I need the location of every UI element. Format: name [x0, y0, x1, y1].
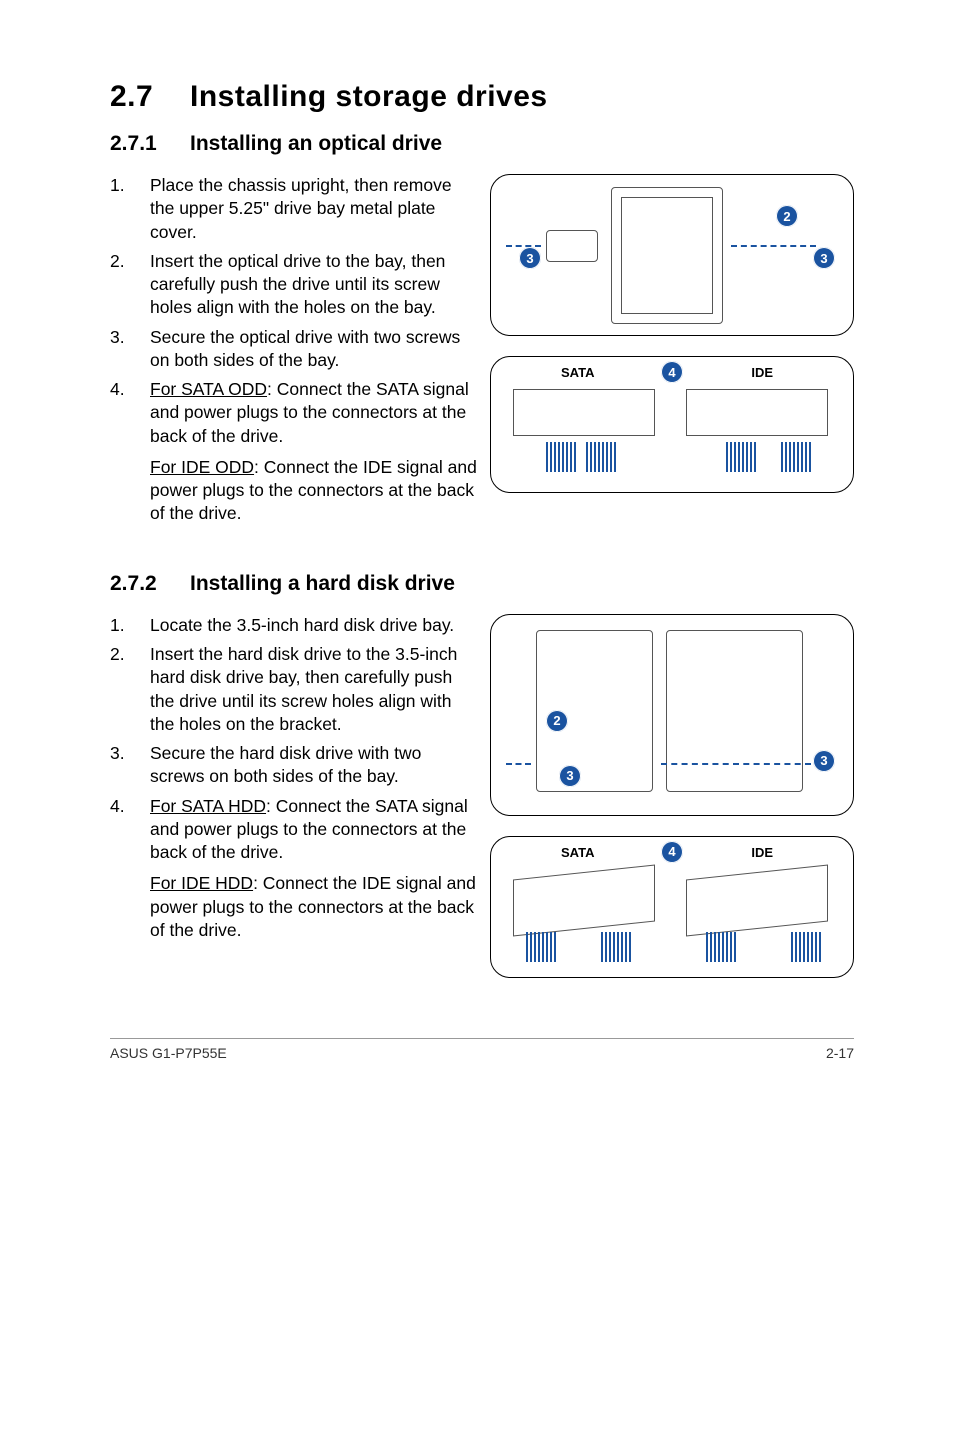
list-item: 2.Insert the optical drive to the bay, t… — [110, 250, 480, 320]
list-item: 3.Secure the hard disk drive with two sc… — [110, 742, 480, 789]
label-sata: SATA — [561, 365, 594, 380]
subsection-title-1: Installing an optical drive — [190, 132, 442, 155]
label-sata: SATA — [561, 845, 594, 860]
step-text: Insert the optical drive to the bay, the… — [150, 250, 480, 320]
step-text: For SATA ODD: Connect the SATA signal an… — [150, 378, 480, 526]
step-number: 4. — [110, 795, 150, 943]
callout-badge: 3 — [813, 750, 835, 772]
list-item: 3.Secure the optical drive with two scre… — [110, 326, 480, 373]
section-title-text: Installing storage drives — [190, 80, 548, 113]
callout-badge: 3 — [813, 247, 835, 269]
step-number: 1. — [110, 614, 150, 637]
subsection-number-1: 2.7.1 — [110, 132, 190, 156]
list-item: 4. For SATA HDD: Connect the SATA signal… — [110, 795, 480, 943]
step-number: 3. — [110, 742, 150, 789]
footer-product: ASUS G1-P7P55E — [110, 1045, 227, 1061]
list-item: 2.Insert the hard disk drive to the 3.5-… — [110, 643, 480, 736]
lead-underline: For IDE ODD — [150, 457, 254, 477]
callout-badge: 3 — [519, 247, 541, 269]
list-item: 4. For SATA ODD: Connect the SATA signal… — [110, 378, 480, 526]
step-text: For SATA HDD: Connect the SATA signal an… — [150, 795, 480, 943]
step-text: Locate the 3.5-inch hard disk drive bay. — [150, 614, 480, 637]
steps-list-1: 1.Place the chassis upright, then remove… — [110, 174, 480, 526]
list-item: 1.Locate the 3.5-inch hard disk drive ba… — [110, 614, 480, 637]
step-number: 1. — [110, 174, 150, 244]
footer-page-number: 2-17 — [826, 1045, 854, 1061]
callout-badge: 4 — [661, 841, 683, 863]
subsection-title-2: Installing a hard disk drive — [190, 572, 455, 595]
label-ide: IDE — [751, 365, 773, 380]
label-ide: IDE — [751, 845, 773, 860]
callout-badge: 4 — [661, 361, 683, 383]
figure-hdd-cables: SATA IDE 4 — [490, 836, 854, 978]
step-number: 2. — [110, 250, 150, 320]
step-text: Secure the hard disk drive with two scre… — [150, 742, 480, 789]
callout-badge: 2 — [546, 710, 568, 732]
steps-list-2: 1.Locate the 3.5-inch hard disk drive ba… — [110, 614, 480, 942]
section-number: 2.7 — [110, 80, 190, 114]
figure-optical-install: 2 3 3 — [490, 174, 854, 336]
step-text: Secure the optical drive with two screws… — [150, 326, 480, 373]
figure-hdd-install: 2 3 3 — [490, 614, 854, 816]
step-number: 4. — [110, 378, 150, 526]
callout-badge: 2 — [776, 205, 798, 227]
section-heading: 2.7Installing storage drives — [110, 80, 854, 114]
step-number: 3. — [110, 326, 150, 373]
lead-underline: For IDE HDD — [150, 873, 253, 893]
list-item: 1.Place the chassis upright, then remove… — [110, 174, 480, 244]
callout-badge: 3 — [559, 765, 581, 787]
subsection-heading-2: 2.7.2Installing a hard disk drive — [110, 572, 854, 596]
figure-optical-cables: SATA IDE 4 — [490, 356, 854, 493]
step-text: Place the chassis upright, then remove t… — [150, 174, 480, 244]
page-footer: ASUS G1-P7P55E 2-17 — [110, 1038, 854, 1061]
lead-underline: For SATA HDD — [150, 796, 266, 816]
subsection-heading-1: 2.7.1Installing an optical drive — [110, 132, 854, 156]
step-number: 2. — [110, 643, 150, 736]
subsection-number-2: 2.7.2 — [110, 572, 190, 596]
lead-underline: For SATA ODD — [150, 379, 267, 399]
step-text: Insert the hard disk drive to the 3.5-in… — [150, 643, 480, 736]
